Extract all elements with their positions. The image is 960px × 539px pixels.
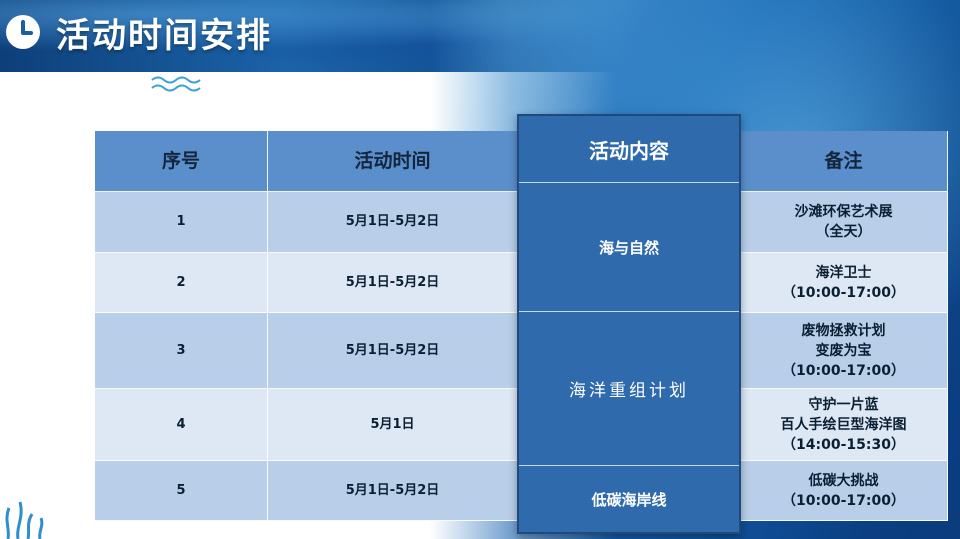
note-line: 低碳大挑战: [808, 472, 879, 489]
title-bar: 活动时间安排: [0, 6, 272, 58]
row-note: 沙滩环保艺术展 （全天）: [740, 192, 948, 253]
row-note: 低碳大挑战 （10:00-17:00）: [740, 461, 948, 521]
note-line: 海洋卫士: [815, 264, 872, 281]
row-time: 5月1日-5月2日: [268, 461, 518, 521]
row-number: 3: [95, 313, 268, 389]
row-note: 废物拯救计划 变废为宝 （10:00-17:00）: [740, 313, 948, 389]
row-note: 海洋卫士 （10:00-17:00）: [740, 253, 948, 313]
row-time: 5月1日-5月2日: [268, 313, 518, 389]
header-time: 活动时间: [268, 131, 518, 192]
row-note: 守护一片蓝 百人手绘巨型海洋图 （14:00-15:30）: [740, 389, 948, 461]
header-note: 备注: [740, 131, 948, 192]
note-line: （10:00-17:00）: [782, 492, 905, 509]
row-time: 5月1日-5月2日: [268, 192, 518, 253]
header-content: 活动内容: [519, 116, 739, 183]
wave-icon: [151, 76, 201, 92]
row-time: 5月1日: [268, 389, 518, 461]
note-line: （14:00-15:30）: [782, 436, 905, 453]
content-column: 活动内容 海与自然 海洋重组计划 低碳海岸线: [517, 114, 741, 534]
note-line: （10:00-17:00）: [782, 284, 905, 301]
note-line: 变废为宝: [815, 342, 872, 359]
note-line: （10:00-17:00）: [782, 362, 905, 379]
seaweed-icon: [5, 501, 44, 539]
note-line: （全天）: [815, 224, 872, 240]
row-number: 2: [95, 253, 268, 313]
note-line: 废物拯救计划: [801, 322, 886, 339]
row-time: 5月1日-5月2日: [268, 253, 518, 313]
note-line: 守护一片蓝: [808, 396, 879, 413]
row-number: 5: [95, 461, 268, 521]
content-group-low-carbon: 低碳海岸线: [519, 466, 739, 532]
note-line: 百人手绘巨型海洋图: [780, 416, 907, 433]
clock-icon: [6, 15, 40, 49]
row-number: 4: [95, 389, 268, 461]
content-group-nature: 海与自然: [519, 183, 739, 312]
header-number: 序号: [95, 131, 268, 192]
page-title: 活动时间安排: [56, 15, 272, 56]
content-group-ocean-rebuild: 海洋重组计划: [519, 312, 739, 466]
note-line: 沙滩环保艺术展: [794, 204, 893, 220]
row-number: 1: [95, 192, 268, 253]
